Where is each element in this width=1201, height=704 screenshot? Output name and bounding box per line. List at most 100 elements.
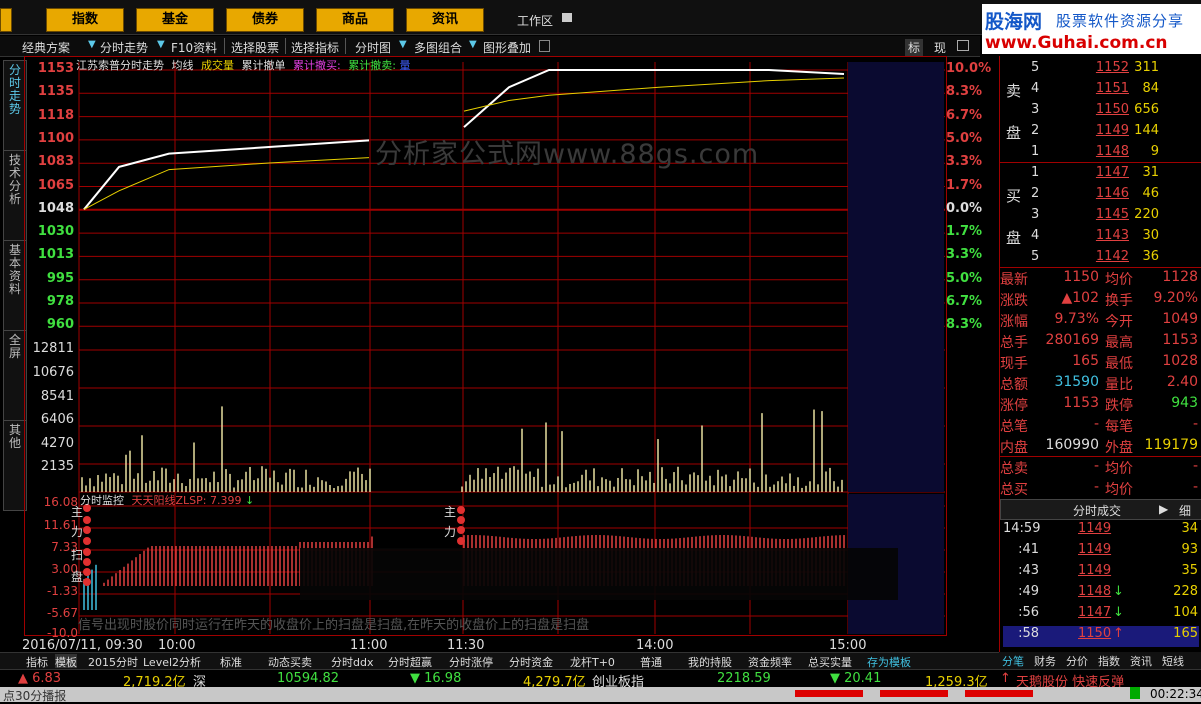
orderbook-lv: 3 [1031,207,1040,222]
right-tab[interactable]: 分价 [1066,653,1088,668]
orderbook-row[interactable]: 5 1152 311 [1003,60,1199,81]
pct-tick-label: 6.7% [946,294,983,309]
quote-value: 160990 [1045,437,1099,453]
quote-label: 均价 [1105,482,1133,498]
bottom-tab[interactable]: Level2分析 [143,654,201,669]
play-icon[interactable]: ▶ [1159,502,1168,516]
quote-value: ▲102 [1061,290,1100,306]
orderbook-price: 1142 [1095,249,1129,264]
bottom-tab[interactable]: 2015分时 [88,654,138,669]
orderbook-row[interactable]: 2 1146 46 [1003,186,1199,207]
tick-row[interactable]: 14:59 1149 34 [1003,521,1199,542]
bottom-tab[interactable]: 分时涨停 [449,654,493,669]
tick-row[interactable]: :58 1150 ↑ 165 [1003,626,1199,647]
bottom-tab[interactable]: 分时资金 [509,654,553,669]
status-indicator-3 [965,690,1033,697]
bottom-tab[interactable]: 资金频率 [748,654,792,669]
bottom-tab[interactable]: 模板 [55,654,77,669]
indicator-tick-label: -1.33 [46,584,78,598]
quote-label: 总手 [1000,335,1028,351]
right-tab[interactable]: 分笔 [1002,653,1024,668]
orderbook-row[interactable]: 5 1142 36 [1003,249,1199,270]
bottom-tab[interactable]: 总买实量 [808,654,852,669]
quote-label: 每笔 [1105,419,1133,435]
tick-time: :58 [1018,626,1039,641]
orderbook-price: 1147 [1095,165,1129,180]
orderbook-row[interactable]: 3 1145 220 [1003,207,1199,228]
quote-label: 总卖 [1000,461,1028,477]
tick-price: 1147 [1078,605,1112,620]
status-indicator-2 [880,690,948,697]
orderbook-lv: 3 [1031,102,1040,117]
quote-label: 最高 [1105,335,1133,351]
ticker-gem-index: 2218.59 [717,671,771,686]
tick-row[interactable]: :49 1148 ↓ 228 [1003,584,1199,605]
tick-row[interactable]: :43 1149 35 [1003,563,1199,584]
quote-value: 1153 [1162,332,1198,348]
down-arrow-icon: ↓ [1113,584,1124,599]
signal-label: 力 [444,525,457,539]
tick-row[interactable]: :56 1147 ↓ 104 [1003,605,1199,626]
time-tick-label: 10:00 [158,638,196,653]
orderbook-row[interactable]: 2 1149 144 [1003,123,1199,144]
note-text: 信号出现时股价同时运行在昨天的收盘价上的扫盘是扫盘,在昨天的收盘价上的扫盘是扫盘 [78,618,590,633]
orderbook-row[interactable]: 1 1148 9 [1003,144,1199,165]
up-arrow-icon: ↑ [1000,671,1011,686]
pct-tick-label: 8.3% [946,317,983,333]
right-tab[interactable]: 指数 [1098,653,1120,668]
signal-dot [83,537,91,545]
signal-label: 主 [71,505,84,519]
signal-label: 盘 [71,570,84,584]
quote-value: 31590 [1054,374,1099,390]
ticker-sz-change: ▼ 16.98 [410,671,462,686]
bottom-tab[interactable]: 指标 [26,654,48,669]
tick-volume: 34 [1181,521,1198,536]
orderbook-row[interactable]: 4 1143 30 [1003,228,1199,249]
right-tab[interactable]: 资讯 [1130,653,1152,668]
legend-avg: 均线 [171,59,194,72]
orderbook-lv: 2 [1031,186,1040,201]
legend-volume: 成交量 [201,59,234,72]
bottom-tab[interactable]: 标准 [220,654,242,669]
price-tick-label: 978 [46,294,74,309]
bottom-tab[interactable]: 普通 [640,654,662,669]
bottom-tab[interactable]: 分时ddx [331,654,373,669]
ticks-header[interactable]: 分时成交 ▶ 细 [1000,499,1201,520]
tick-time: :43 [1018,563,1039,578]
price-tick-label: 995 [46,270,74,286]
quote-label: 跌停 [1105,398,1133,414]
volume-tick-label: 12811 [32,341,74,356]
orderbook-price: 1151 [1095,81,1129,96]
ticker-sz-index: 10594.82 [277,671,340,686]
pct-tick-label: 10.0% [946,61,992,76]
volume-tick-label: 10676 [32,365,74,380]
status-indicator-1 [795,690,863,697]
tick-time: :56 [1018,605,1039,620]
bottom-tab[interactable]: 龙杆T+0 [570,654,615,669]
pct-tick-label: 5.0% [946,130,983,146]
ticks-detail-button[interactable]: 细 [1179,502,1191,519]
right-tab[interactable]: 短线 [1162,653,1184,668]
volume-bars [81,406,843,492]
signal-label: 主 [444,505,457,519]
pct-tick-label: 8.3% [946,84,983,100]
quote-value: 1153 [1063,395,1099,411]
tick-price: 1149 [1078,563,1112,578]
orderbook-vol: 144 [1134,123,1159,138]
quote-value: - [1192,416,1198,432]
orderbook-row[interactable]: 3 1150 656 [1003,102,1199,123]
pct-tick-label: 1.7% [946,224,983,240]
bottom-tab[interactable]: 存为模板 [867,654,911,669]
orderbook-row[interactable]: 4 1151 84 [1003,81,1199,102]
volume-tick-label: 6406 [40,412,74,427]
bottom-tab[interactable]: 分时超赢 [388,654,432,669]
right-tab[interactable]: 财务 [1034,653,1056,668]
quote-value: 280169 [1045,332,1099,348]
bottom-tab[interactable]: 动态买卖 [268,654,312,669]
orderbook-lv: 5 [1031,249,1040,264]
orderbook-row[interactable]: 1 1147 31 [1003,165,1199,186]
status-broadcast[interactable]: 点30分播报 [3,687,66,704]
bottom-tab[interactable]: 我的持股 [688,654,732,669]
orderbook-lv: 4 [1031,81,1040,96]
tick-row[interactable]: :41 1149 93 [1003,542,1199,563]
